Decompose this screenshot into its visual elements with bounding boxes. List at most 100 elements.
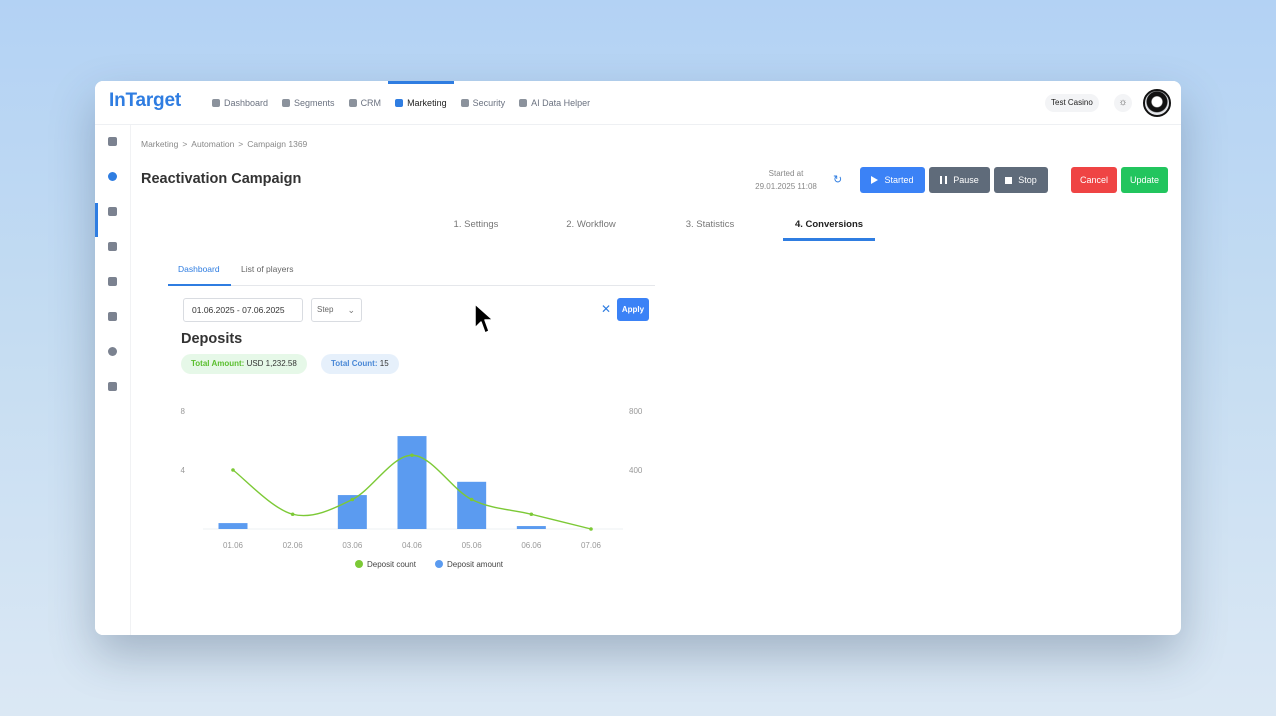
deposits-chart: 8 4 800 400 01.06 02.06 03.06 04.06 05.06 06.06 07… bbox=[181, 407, 643, 569]
chat-icon[interactable] bbox=[108, 242, 117, 251]
breadcrumb-separator: > bbox=[238, 139, 244, 149]
x-tick-label: 01.06 bbox=[223, 541, 244, 550]
section-title: Deposits bbox=[181, 331, 243, 347]
device-icon[interactable] bbox=[108, 277, 117, 286]
x-tick-label: 05.06 bbox=[462, 541, 483, 550]
pause-icon bbox=[940, 176, 948, 184]
subtab-list-of-players[interactable]: List of players bbox=[231, 259, 303, 286]
step-select[interactable]: Step ⌄ bbox=[311, 298, 362, 322]
nav-item-ai-data-helper[interactable]: AI Data Helper bbox=[512, 81, 597, 125]
avatar[interactable] bbox=[1143, 89, 1171, 117]
main-nav: Dashboard Segments CRM Marketing Securit… bbox=[205, 81, 597, 125]
total-amount-value: USD 1,232.58 bbox=[246, 359, 297, 368]
cancel-button[interactable]: Cancel bbox=[1071, 167, 1117, 193]
clear-filter-icon[interactable]: ✕ bbox=[601, 302, 611, 316]
table-icon bbox=[282, 99, 291, 107]
dashboard-icon[interactable] bbox=[108, 172, 117, 181]
grid-icon[interactable] bbox=[108, 207, 117, 216]
tab-conversions[interactable]: 4. Conversions bbox=[783, 209, 875, 241]
breadcrumb-item-campaign: Campaign 1369 bbox=[247, 139, 308, 149]
globe-icon[interactable] bbox=[108, 347, 117, 356]
app-window: InTarget Dashboard Segments CRM Marketin… bbox=[95, 81, 1181, 635]
breadcrumb-item-automation[interactable]: Automation bbox=[191, 139, 234, 149]
point-deposit-count bbox=[529, 512, 534, 517]
bar-deposit-amount bbox=[218, 523, 248, 529]
pie-icon[interactable] bbox=[108, 137, 117, 146]
users-icon bbox=[348, 99, 357, 107]
nav-label: AI Data Helper bbox=[531, 98, 591, 108]
legend-marker-deposit-count bbox=[355, 560, 363, 568]
pause-label: Pause bbox=[953, 175, 979, 185]
step-select-placeholder: Step bbox=[317, 305, 334, 314]
point-deposit-count bbox=[410, 453, 414, 458]
x-tick-label: 07.06 bbox=[581, 541, 602, 550]
nav-label: Marketing bbox=[407, 98, 447, 108]
archive-icon[interactable] bbox=[108, 382, 117, 391]
point-deposit-count bbox=[589, 527, 593, 531]
nav-item-security[interactable]: Security bbox=[454, 81, 513, 125]
started-timestamp: 29.01.2025 11:08 bbox=[755, 182, 817, 191]
bell-icon[interactable] bbox=[108, 312, 117, 321]
breadcrumb-separator: > bbox=[182, 139, 188, 149]
nav-item-marketing[interactable]: Marketing bbox=[388, 81, 454, 125]
sun-icon[interactable]: ☼ bbox=[1114, 94, 1132, 112]
sidebar-rail bbox=[95, 125, 131, 635]
sparkle-icon bbox=[519, 99, 528, 107]
sub-tabs: Dashboard List of players bbox=[168, 259, 655, 286]
refresh-icon[interactable]: ↻ bbox=[833, 173, 842, 186]
started-button[interactable]: Started bbox=[860, 167, 925, 193]
tenant-selector[interactable]: Test Casino bbox=[1045, 94, 1099, 112]
total-count-badge: Total Count: 15 bbox=[321, 354, 399, 374]
nav-item-segments[interactable]: Segments bbox=[275, 81, 342, 125]
nav-item-crm[interactable]: CRM bbox=[342, 81, 389, 125]
stop-button[interactable]: Stop bbox=[994, 167, 1048, 193]
breadcrumb: Marketing > Automation > Campaign 1369 bbox=[141, 139, 307, 149]
key-icon bbox=[460, 99, 469, 107]
nav-label: Dashboard bbox=[224, 98, 269, 108]
legend-marker-deposit-amount bbox=[435, 560, 443, 568]
top-bar: InTarget Dashboard Segments CRM Marketin… bbox=[95, 81, 1181, 125]
total-count-label: Total Count: bbox=[331, 359, 378, 368]
x-tick-label: 02.06 bbox=[283, 541, 304, 550]
tab-workflow[interactable]: 2. Workflow bbox=[551, 209, 631, 241]
apply-button[interactable]: Apply bbox=[617, 298, 649, 321]
legend-label-deposit-count: Deposit count bbox=[367, 560, 417, 569]
logo[interactable]: InTarget bbox=[109, 90, 181, 112]
y-right-tick-label: 800 bbox=[629, 407, 643, 416]
tab-settings[interactable]: 1. Settings bbox=[435, 209, 517, 241]
page-title: Reactivation Campaign bbox=[141, 171, 302, 187]
stop-label: Stop bbox=[1018, 175, 1037, 185]
bar-deposit-amount bbox=[516, 526, 546, 529]
date-range-input[interactable]: 01.06.2025 - 07.06.2025 bbox=[183, 298, 303, 322]
breadcrumb-item-marketing[interactable]: Marketing bbox=[141, 139, 178, 149]
y-left-tick-label: 4 bbox=[181, 466, 186, 475]
x-tick-label: 06.06 bbox=[521, 541, 542, 550]
stop-icon bbox=[1005, 176, 1013, 184]
x-tick-label: 04.06 bbox=[402, 541, 423, 550]
point-deposit-count bbox=[231, 468, 235, 472]
play-icon bbox=[871, 176, 879, 184]
started-at: Started at 29.01.2025 11:08 bbox=[745, 167, 827, 193]
point-deposit-count bbox=[469, 497, 474, 502]
x-tick-label: 03.06 bbox=[342, 541, 363, 550]
total-amount-label: Total Amount: bbox=[191, 359, 245, 368]
nav-label: CRM bbox=[360, 98, 382, 108]
started-label: Started at bbox=[768, 169, 804, 178]
point-deposit-count bbox=[290, 512, 295, 517]
point-deposit-count bbox=[350, 497, 355, 502]
nav-item-dashboard[interactable]: Dashboard bbox=[205, 81, 275, 125]
subtab-dashboard[interactable]: Dashboard bbox=[168, 259, 231, 286]
mail-icon bbox=[395, 99, 404, 107]
tab-statistics[interactable]: 3. Statistics bbox=[669, 209, 751, 241]
y-left-tick-label: 8 bbox=[181, 407, 186, 416]
update-button[interactable]: Update bbox=[1121, 167, 1168, 193]
chevron-down-icon: ⌄ bbox=[347, 305, 355, 315]
nav-label: Segments bbox=[294, 98, 335, 108]
pause-button[interactable]: Pause bbox=[929, 167, 990, 193]
legend-label-deposit-amount: Deposit amount bbox=[447, 560, 504, 569]
bar-deposit-amount bbox=[397, 436, 427, 529]
step-tabs: 1. Settings 2. Workflow 3. Statistics 4.… bbox=[425, 209, 895, 241]
mouse-cursor-icon bbox=[474, 303, 494, 334]
rail-active-indicator bbox=[95, 203, 98, 237]
started-label: Started bbox=[884, 175, 914, 185]
